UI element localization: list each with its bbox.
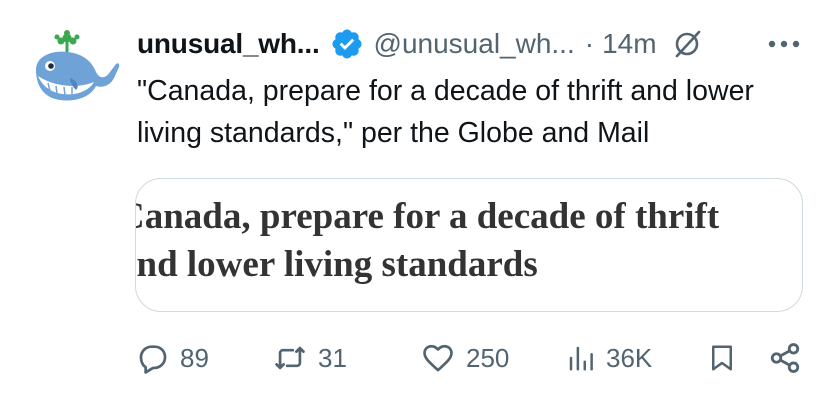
reply-count: 89 bbox=[180, 342, 209, 373]
verified-badge-icon[interactable] bbox=[330, 27, 364, 61]
timestamp[interactable]: 14m bbox=[602, 28, 656, 60]
share-button[interactable] bbox=[768, 336, 802, 380]
link-card[interactable]: Canada, prepare for a decade of thrift a… bbox=[135, 178, 803, 312]
retweet-count: 31 bbox=[318, 342, 347, 373]
display-name[interactable]: unusual_wh... bbox=[137, 28, 320, 60]
reply-icon bbox=[136, 341, 170, 375]
like-button[interactable]: 250 bbox=[420, 336, 509, 380]
handle[interactable]: @unusual_wh... bbox=[374, 28, 575, 60]
separator-dot: · bbox=[584, 28, 595, 59]
like-icon bbox=[420, 341, 456, 375]
bookmark-icon bbox=[707, 341, 737, 375]
reply-button[interactable]: 89 bbox=[136, 336, 209, 380]
retweet-icon bbox=[272, 341, 308, 375]
retweet-button[interactable]: 31 bbox=[272, 336, 347, 380]
share-icon bbox=[768, 341, 802, 375]
tweet-header: unusual_wh... @unusual_wh... · 14m bbox=[137, 22, 703, 66]
views-count: 36K bbox=[606, 342, 653, 373]
bookmark-button[interactable] bbox=[707, 336, 737, 380]
tweet-text: "Canada, prepare for a decade of thrift … bbox=[137, 75, 754, 149]
like-count: 250 bbox=[466, 342, 510, 373]
views-icon bbox=[566, 341, 596, 375]
card-headline: Canada, prepare for a decade of thrift a… bbox=[136, 196, 720, 285]
whale-avatar-icon[interactable] bbox=[30, 28, 120, 104]
views-button[interactable]: 36K bbox=[566, 336, 652, 380]
more-icon[interactable] bbox=[764, 34, 804, 54]
grok-icon[interactable] bbox=[671, 28, 703, 60]
action-bar: 89 31 250 36K bbox=[0, 336, 840, 380]
